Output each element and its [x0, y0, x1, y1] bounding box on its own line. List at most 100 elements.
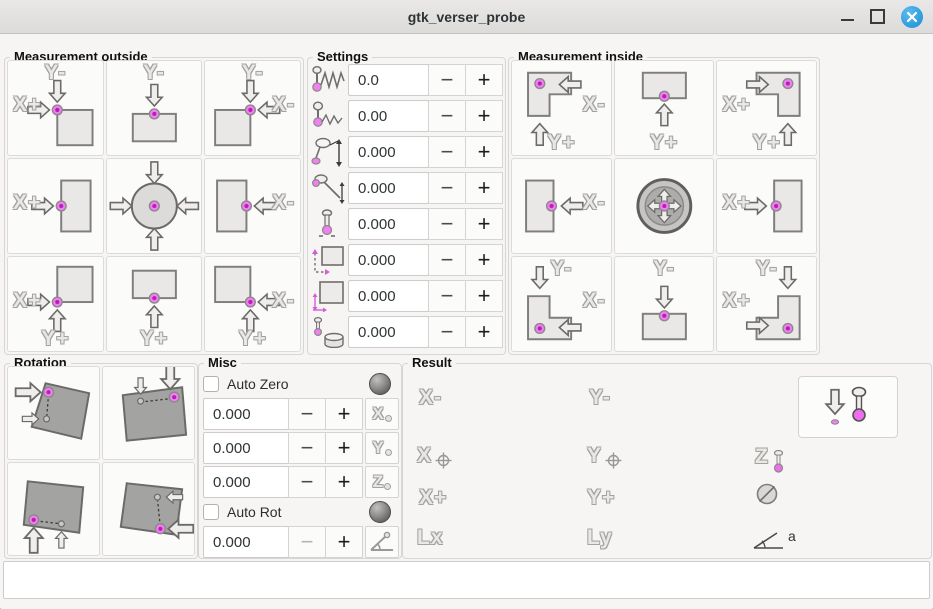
spin-decrement-button[interactable]: − — [288, 526, 326, 558]
result-length-y-label: Ly — [587, 526, 613, 550]
probe-out-edge-bottom-button[interactable]: Y+ — [106, 256, 203, 352]
spin-decrement-button[interactable]: − — [428, 100, 466, 132]
probe-in-edge-left-button[interactable]: X- — [511, 158, 612, 254]
probe-out-edge-top-button[interactable]: Y- — [106, 60, 203, 156]
zero-x-input[interactable] — [203, 398, 289, 430]
block-height-input[interactable] — [348, 316, 429, 348]
spin-decrement-button[interactable]: − — [428, 172, 466, 204]
probe-in-corner-bl-button[interactable]: Y- X- — [511, 256, 612, 352]
spin-increment-button[interactable]: + — [465, 172, 503, 204]
zero-y-input[interactable] — [203, 432, 289, 464]
position-crosshair-icon — [605, 452, 622, 469]
spin-increment-button[interactable]: + — [465, 136, 503, 168]
result-diameter — [755, 482, 779, 506]
probe-in-edge-bottom-button[interactable]: Y- — [614, 256, 715, 352]
minimize-button[interactable] — [841, 13, 854, 21]
z-probe-icon — [772, 450, 785, 473]
spin-increment-button[interactable]: + — [465, 280, 503, 312]
axis-label: X- — [272, 289, 295, 313]
position-crosshair-icon — [435, 452, 452, 469]
result-y-position-label: Y — [587, 444, 602, 468]
spin-decrement-button[interactable]: − — [428, 280, 466, 312]
result-x-plus: X+ — [419, 486, 447, 510]
angle-probe-icon — [369, 531, 395, 553]
xy-clearance-input[interactable] — [348, 244, 429, 276]
spin-decrement-button[interactable]: − — [428, 208, 466, 240]
spin-decrement-button[interactable]: − — [428, 64, 466, 96]
search-feed-input[interactable] — [348, 64, 429, 96]
probe-in-edge-right-button[interactable]: X+ — [716, 158, 817, 254]
probe-side-travel-icon — [310, 136, 348, 168]
spin-increment-button[interactable]: + — [325, 526, 363, 558]
spin-decrement-button[interactable]: − — [428, 244, 466, 276]
spin-increment-button[interactable]: + — [465, 316, 503, 348]
probe-feed-input[interactable] — [348, 100, 429, 132]
probe-in-corner-tr-button[interactable]: X+ Y+ — [716, 60, 817, 156]
zero-z-input[interactable] — [203, 466, 289, 498]
spin-increment-button[interactable]: + — [465, 100, 503, 132]
auto-rot-checkbox[interactable] — [203, 504, 219, 520]
spin-decrement-button[interactable]: − — [288, 398, 326, 430]
result-y-plus-label: Y+ — [587, 486, 615, 510]
spin-increment-button[interactable]: + — [325, 398, 363, 430]
probe-inside-hole-icon — [615, 159, 714, 253]
measurement-inside-frame: Measurement inside X- Y+ Y+ — [508, 57, 820, 355]
axis-label: Y- — [242, 61, 264, 85]
status-output[interactable] — [3, 561, 930, 599]
probe-side-travel-input[interactable] — [348, 136, 429, 168]
zero-x-button[interactable]: X — [365, 398, 399, 430]
spin-increment-button[interactable]: + — [465, 244, 503, 276]
rotate-probe-left-edge-button[interactable] — [7, 366, 100, 460]
probe-out-corner-br-button[interactable]: X- Y+ — [204, 256, 301, 352]
probe-out-edge-right-button[interactable]: X- — [204, 158, 301, 254]
rotation-frame: Rotation — [4, 363, 198, 559]
probe-down-button[interactable] — [798, 376, 898, 438]
spin-decrement-button[interactable]: − — [428, 316, 466, 348]
result-x-position: X — [417, 442, 452, 469]
axis-label: Y+ — [753, 131, 781, 155]
probe-depth-input[interactable] — [348, 208, 429, 240]
spin-decrement-button[interactable]: − — [428, 136, 466, 168]
probe-out-circle-button[interactable] — [106, 158, 203, 254]
zero-y-button[interactable]: Y — [365, 432, 399, 464]
axis-label: Y+ — [140, 327, 168, 351]
spin-increment-button[interactable]: + — [325, 466, 363, 498]
spin-increment-button[interactable]: + — [465, 64, 503, 96]
settings-row: − + — [310, 172, 503, 204]
spin-increment-button[interactable]: + — [465, 208, 503, 240]
block-height-icon — [310, 316, 348, 348]
result-length-x: Lx — [417, 526, 444, 550]
probe-out-edge-left-button[interactable]: X+ — [7, 158, 104, 254]
probe-in-corner-tl-button[interactable]: X- Y+ — [511, 60, 612, 156]
auto-rot-led-icon — [369, 501, 391, 523]
zero-z-button[interactable]: Z — [365, 466, 399, 498]
probe-in-edge-top-button[interactable]: Y+ — [614, 60, 715, 156]
axis-letter: Z — [373, 472, 383, 492]
rotate-probe-bottom-edge-button[interactable] — [7, 462, 100, 556]
close-button[interactable] — [901, 6, 923, 28]
result-label: Result — [408, 355, 456, 370]
probe-out-corner-tr-button[interactable]: Y- X- — [204, 60, 301, 156]
rotate-probe-top-edge-button[interactable] — [102, 366, 195, 460]
result-z-label: Z — [755, 445, 769, 469]
probe-out-corner-bl-button[interactable]: X+ Y+ — [7, 256, 104, 352]
probe-latch-distance-input[interactable] — [348, 172, 429, 204]
axis-label: X+ — [722, 93, 750, 117]
edge-length-input[interactable] — [348, 280, 429, 312]
maximize-button[interactable] — [870, 9, 885, 24]
probe-in-corner-br-button[interactable]: Y- X+ — [716, 256, 817, 352]
set-angle-button[interactable] — [365, 526, 399, 558]
spin-increment-button[interactable]: + — [325, 432, 363, 464]
spin-decrement-button[interactable]: − — [288, 432, 326, 464]
auto-zero-led-icon — [369, 373, 391, 395]
probe-out-corner-tl-button[interactable]: Y- X+ — [7, 60, 104, 156]
rotation-angle-input[interactable] — [203, 526, 289, 558]
spin-decrement-button[interactable]: − — [288, 466, 326, 498]
settings-row: − + — [310, 280, 503, 312]
rotate-probe-right-edge-button[interactable] — [102, 462, 195, 556]
axis-label: Y+ — [41, 327, 69, 351]
axis-letter: X — [372, 404, 383, 424]
axis-label: Y- — [550, 257, 572, 281]
probe-in-hole-button[interactable] — [614, 158, 715, 254]
auto-zero-checkbox[interactable] — [203, 376, 219, 392]
